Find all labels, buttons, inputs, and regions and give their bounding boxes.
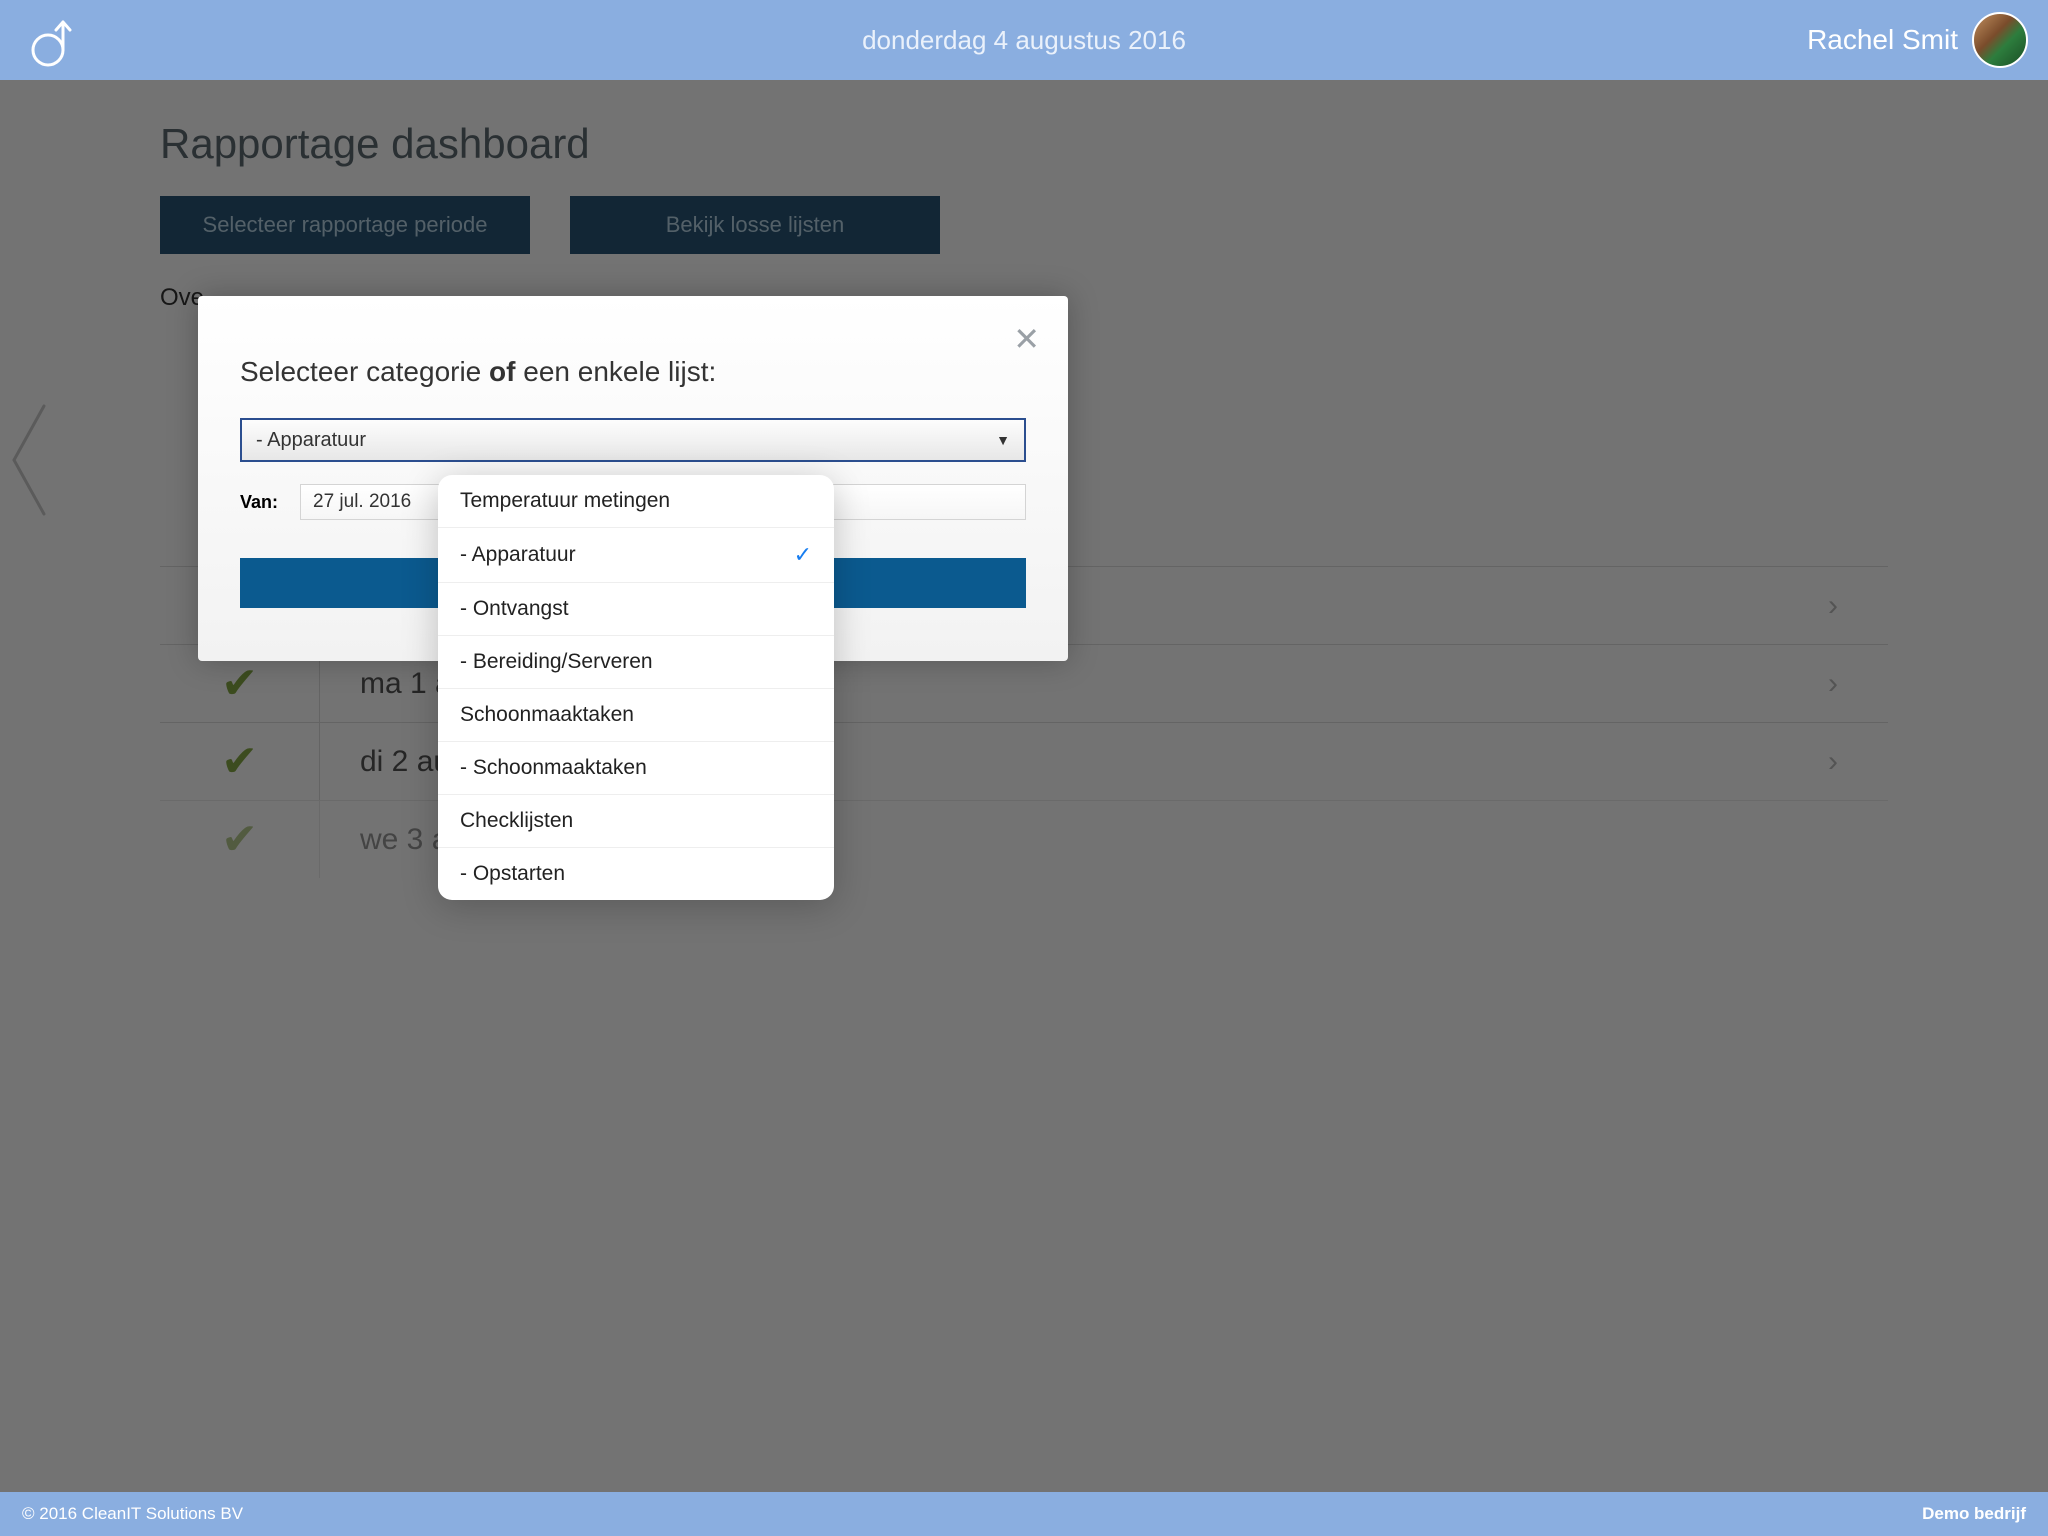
app-logo-icon[interactable] [20, 10, 80, 70]
header-date: donderdag 4 augustus 2016 [862, 25, 1186, 56]
date-from-label: Van: [240, 492, 290, 513]
modal-title: Selecteer categorie of een enkele lijst: [240, 356, 1026, 388]
footer-company: Demo bedrijf [1922, 1504, 2026, 1524]
dropdown-option[interactable]: - Bereiding/Serveren [438, 636, 834, 689]
dropdown-header[interactable]: Checklijsten [438, 795, 834, 848]
check-icon: ✓ [794, 542, 812, 568]
dropdown-option[interactable]: - Ontvangst [438, 583, 834, 636]
modal-backdrop[interactable] [0, 80, 2048, 1492]
category-select[interactable]: - Apparatuur ▼ [240, 418, 1026, 462]
close-icon[interactable]: ✕ [1013, 320, 1040, 358]
app-footer: © 2016 CleanIT Solutions BV Demo bedrijf [0, 1492, 2048, 1536]
user-name[interactable]: Rachel Smit [1807, 24, 1958, 56]
category-dropdown: Temperatuur metingen - Apparatuur✓ - Ont… [438, 475, 834, 900]
app-header: donderdag 4 augustus 2016 Rachel Smit [0, 0, 2048, 80]
caret-down-icon: ▼ [996, 432, 1010, 448]
footer-copyright: © 2016 CleanIT Solutions BV [22, 1504, 243, 1524]
dropdown-option[interactable]: - Schoonmaaktaken [438, 742, 834, 795]
avatar[interactable] [1972, 12, 2028, 68]
dropdown-header[interactable]: Temperatuur metingen [438, 475, 834, 528]
dropdown-header[interactable]: Schoonmaaktaken [438, 689, 834, 742]
category-select-value: - Apparatuur [256, 429, 366, 452]
dropdown-option[interactable]: - Apparatuur✓ [438, 528, 834, 583]
dropdown-option[interactable]: - Opstarten [438, 848, 834, 900]
